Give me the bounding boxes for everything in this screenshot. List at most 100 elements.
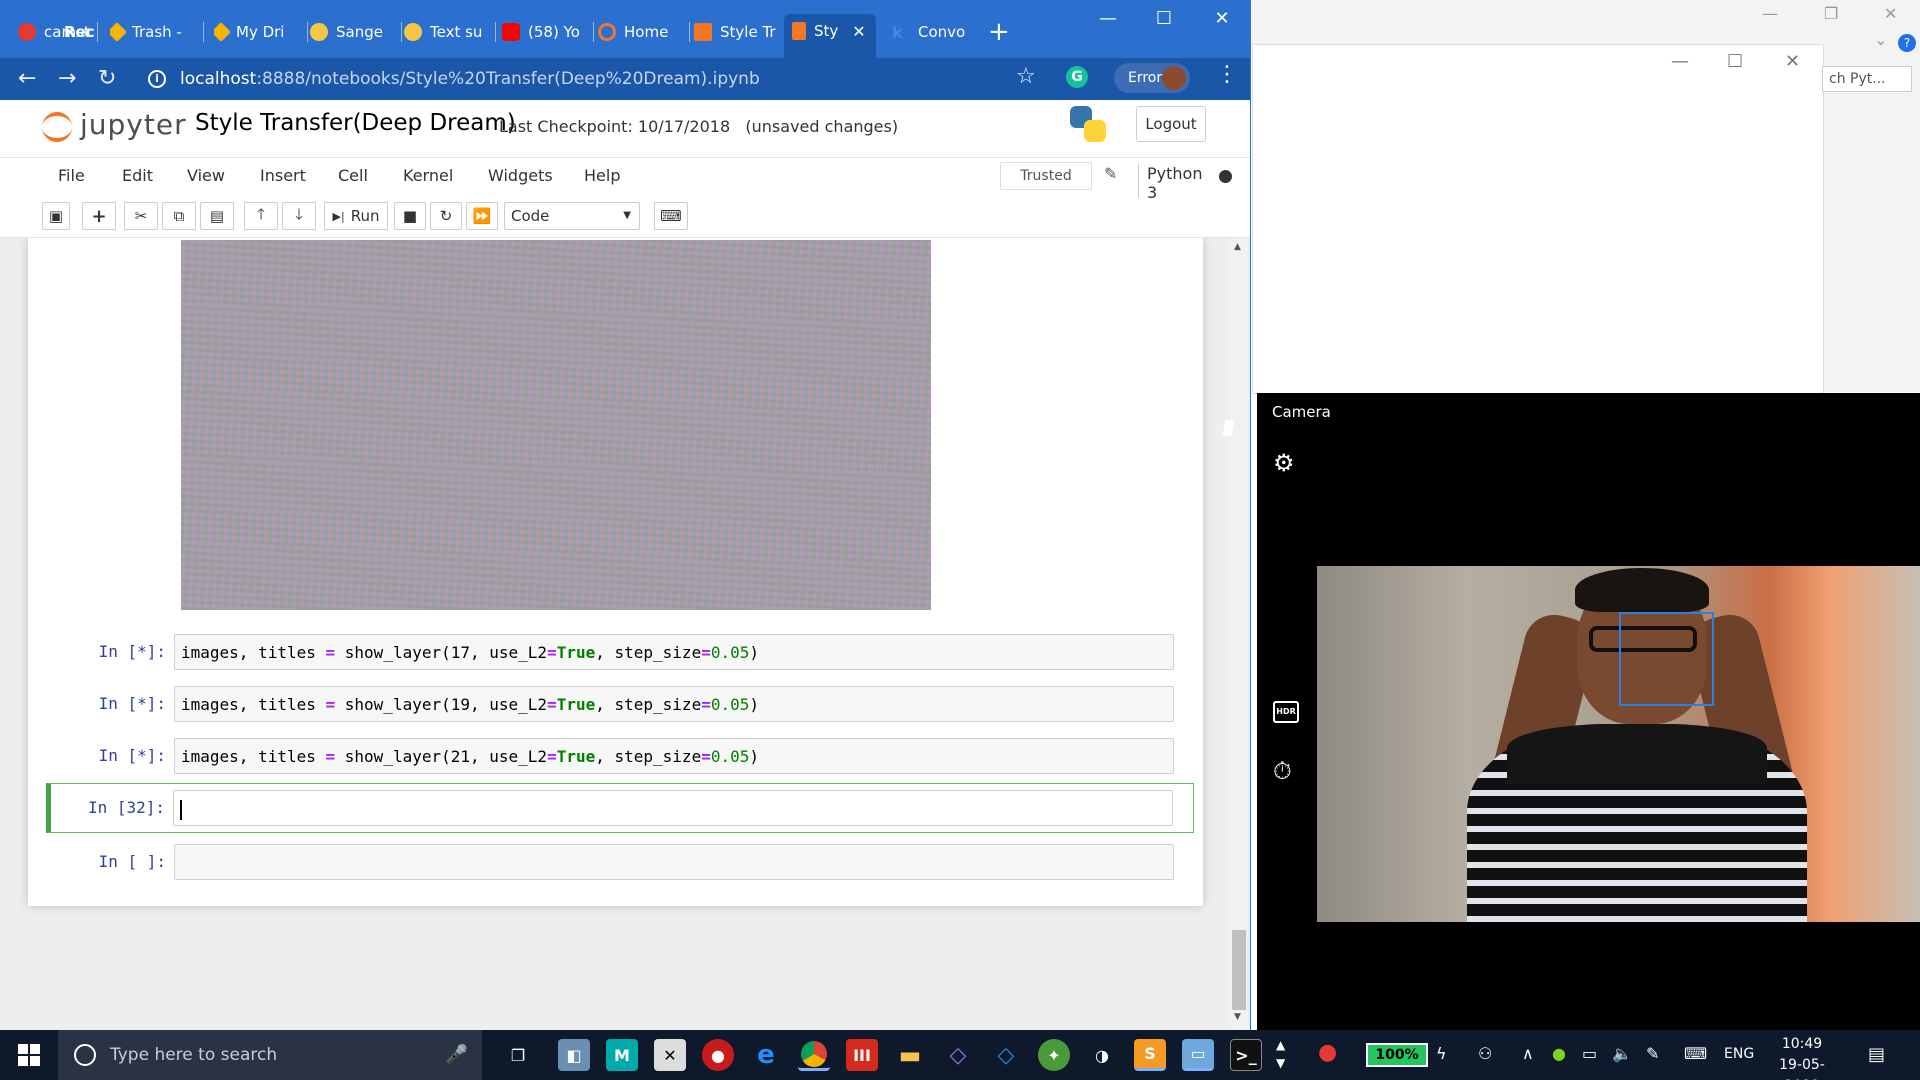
keyboard-icon[interactable]: ⌨ bbox=[1684, 1044, 1707, 1063]
app-icon[interactable]: ● bbox=[702, 1039, 734, 1071]
paste-icon[interactable]: ▤ bbox=[200, 202, 234, 230]
language-indicator[interactable]: ENG bbox=[1724, 1046, 1754, 1062]
cell-input[interactable]: images, titles = show_layer(21, use_L2=T… bbox=[174, 738, 1174, 774]
sublime-icon[interactable]: S bbox=[1134, 1039, 1166, 1071]
code-cell-selected[interactable]: In [32]: bbox=[46, 783, 1194, 833]
close-window-icon[interactable]: ✕ bbox=[1785, 51, 1800, 72]
reload-icon[interactable]: ↻ bbox=[98, 66, 116, 92]
tab-convo[interactable]: k Convo bbox=[892, 16, 984, 48]
notebook-title[interactable]: Style Transfer(Deep Dream) bbox=[195, 110, 516, 136]
battery-percent[interactable]: 100% bbox=[1366, 1043, 1428, 1067]
minimize-icon[interactable]: — bbox=[1088, 8, 1128, 29]
close-window-icon[interactable]: ✕ bbox=[1202, 8, 1242, 29]
tab-home[interactable]: Home bbox=[598, 16, 690, 48]
bookmark-star-icon[interactable]: ☆ bbox=[1016, 64, 1036, 89]
taskbar-search[interactable]: Type here to search 🎤 bbox=[58, 1030, 482, 1080]
tab-youtube[interactable]: (58) Yo bbox=[502, 16, 594, 48]
app-icon[interactable]: ◧ bbox=[558, 1039, 590, 1071]
info-icon[interactable]: i bbox=[148, 70, 166, 88]
url-field[interactable]: i localhost:8888/notebooks/Style%20Trans… bbox=[148, 62, 1048, 96]
tab-sange[interactable]: Sange bbox=[310, 16, 402, 48]
forward-arrow-icon[interactable]: → bbox=[58, 66, 76, 92]
profile-error-button[interactable]: Error bbox=[1114, 63, 1190, 93]
menu-view[interactable]: View bbox=[187, 166, 225, 185]
android-icon[interactable]: ✦ bbox=[1038, 1039, 1070, 1071]
menu-widgets[interactable]: Widgets bbox=[488, 166, 553, 185]
menu-kernel[interactable]: Kernel bbox=[403, 166, 453, 185]
cell-input[interactable]: images, titles = show_layer(19, use_L2=T… bbox=[174, 686, 1174, 722]
stop-icon[interactable]: ■ bbox=[394, 202, 426, 230]
menu-cell[interactable]: Cell bbox=[338, 166, 368, 185]
cut-icon[interactable]: ✂ bbox=[124, 202, 158, 230]
terminal-icon[interactable]: >_ bbox=[1230, 1039, 1262, 1071]
cell-type-select[interactable]: Code ▼ bbox=[504, 202, 640, 230]
volume-icon[interactable]: 🔈 bbox=[1612, 1044, 1632, 1063]
camera-taskbar-icon[interactable]: ▭ bbox=[1182, 1039, 1214, 1071]
microphone-icon[interactable]: 🎤 bbox=[446, 1044, 468, 1065]
chevron-up-icon[interactable]: ∧ bbox=[1522, 1044, 1534, 1063]
gear-icon[interactable]: ⚙ bbox=[1273, 449, 1295, 477]
code-cell[interactable]: In [*]: images, titles = show_layer(19, … bbox=[46, 684, 1186, 724]
matlab-icon[interactable]: M bbox=[606, 1039, 638, 1071]
move-down-icon[interactable]: 🡓 bbox=[282, 202, 316, 230]
maximize-icon[interactable]: ☐ bbox=[1727, 51, 1743, 72]
code-cell[interactable]: In [*]: images, titles = show_layer(17, … bbox=[46, 632, 1186, 672]
cell-input[interactable] bbox=[174, 844, 1174, 880]
menu-edit[interactable]: Edit bbox=[122, 166, 153, 185]
tab-style-tr[interactable]: Style Tr bbox=[694, 16, 786, 48]
windows-start-icon[interactable] bbox=[18, 1044, 40, 1066]
restore-icon[interactable]: ❐ bbox=[1824, 4, 1838, 23]
run-button[interactable]: ▶| Run bbox=[324, 202, 388, 230]
copy-icon[interactable]: ⧉ bbox=[162, 202, 196, 230]
kernel-name[interactable]: Python 3 bbox=[1138, 164, 1214, 202]
people-icon[interactable]: ⚇ bbox=[1478, 1044, 1492, 1063]
tools-icon[interactable]: ✕ bbox=[654, 1039, 686, 1071]
edit-pencil-icon[interactable]: ✎ bbox=[1104, 164, 1117, 183]
battery-icon[interactable]: ▭ bbox=[1582, 1044, 1597, 1063]
vertical-scrollbar[interactable]: ▲ ▼ bbox=[1230, 238, 1248, 1030]
keyboard-icon[interactable]: ⌨ bbox=[654, 202, 688, 230]
minimize-icon[interactable]: — bbox=[1762, 4, 1778, 23]
tab-sty-active[interactable]: Sty ✕ bbox=[784, 14, 876, 64]
move-up-icon[interactable]: 🡑 bbox=[244, 202, 278, 230]
tab-text-su[interactable]: Text su bbox=[404, 16, 496, 48]
app-tray-icon[interactable]: ● bbox=[1318, 1040, 1337, 1065]
save-icon[interactable]: ▣ bbox=[42, 202, 70, 230]
chrome-icon[interactable] bbox=[798, 1039, 830, 1071]
code-cell[interactable]: In [ ]: bbox=[46, 842, 1186, 882]
vscode-icon[interactable]: ◇ bbox=[990, 1039, 1022, 1071]
maximize-icon[interactable]: ☐ bbox=[1144, 8, 1184, 29]
notification-icon[interactable]: ▤ bbox=[1868, 1044, 1885, 1065]
minimize-icon[interactable]: — bbox=[1671, 51, 1689, 72]
code-cell[interactable]: In [*]: images, titles = show_layer(21, … bbox=[46, 736, 1186, 776]
edge-icon[interactable]: e bbox=[750, 1039, 782, 1071]
app-tray-icon[interactable]: ● bbox=[1552, 1044, 1566, 1063]
timer-icon[interactable]: ⏱ bbox=[1273, 757, 1292, 785]
restart-icon[interactable]: ↻ bbox=[430, 202, 462, 230]
app-icon[interactable]: III bbox=[846, 1039, 878, 1071]
pen-icon[interactable]: ✎ bbox=[1646, 1044, 1659, 1063]
jupyter-logo[interactable]: jupyter bbox=[42, 106, 186, 150]
cell-input[interactable]: images, titles = show_layer(17, use_L2=T… bbox=[174, 634, 1174, 670]
scroll-thumb[interactable] bbox=[1232, 930, 1246, 1010]
help-icon[interactable]: ? bbox=[1898, 34, 1916, 52]
scroll-down-icon[interactable]: ▼ bbox=[1234, 1012, 1241, 1022]
new-tab-icon[interactable]: + bbox=[988, 18, 1010, 46]
back-arrow-icon[interactable]: ← bbox=[18, 66, 36, 92]
menu-file[interactable]: File bbox=[58, 166, 85, 185]
cell-input[interactable] bbox=[173, 790, 1173, 826]
scroll-up-icon[interactable]: ▲ bbox=[1234, 242, 1241, 252]
logout-button[interactable]: Logout bbox=[1136, 106, 1206, 142]
tab-trash[interactable]: Trash - bbox=[110, 16, 204, 48]
hdr-icon[interactable]: HDR bbox=[1273, 701, 1299, 723]
menu-help[interactable]: Help bbox=[584, 166, 620, 185]
tab-camst[interactable]: camst Rec bbox=[18, 16, 98, 48]
tab-my-drive[interactable]: My Dri bbox=[214, 16, 308, 48]
trusted-badge[interactable]: Trusted bbox=[1000, 162, 1092, 190]
visual-studio-icon[interactable]: ◇ bbox=[942, 1039, 974, 1071]
search-input[interactable]: ch Pyt... bbox=[1822, 66, 1912, 92]
folder-icon[interactable]: ▬ bbox=[894, 1039, 926, 1071]
more-menu-icon[interactable]: ⋮ bbox=[1216, 62, 1238, 87]
grammarly-icon[interactable]: G bbox=[1066, 66, 1088, 88]
insert-cell-icon[interactable]: + bbox=[82, 202, 116, 230]
